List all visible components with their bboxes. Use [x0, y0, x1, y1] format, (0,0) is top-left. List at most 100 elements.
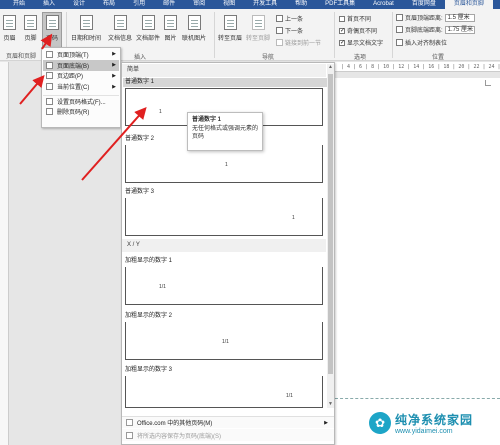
- page-number-button-label: 页码: [45, 36, 58, 42]
- footer-button[interactable]: 页脚: [24, 15, 37, 42]
- goto-footer-label: 转至页脚: [246, 36, 271, 42]
- page-corner-mark: [485, 80, 491, 86]
- gallery-item-plain-number-3[interactable]: 1: [125, 198, 323, 236]
- calendar-icon: [79, 15, 93, 30]
- gallery-item-title[interactable]: 普通数字 1: [123, 78, 327, 87]
- date-time-button[interactable]: 日期和时间: [71, 15, 101, 42]
- footer-button-label: 页脚: [24, 36, 37, 42]
- doc-parts-label: 文档部件: [136, 36, 161, 42]
- gallery-item-bold-number-1[interactable]: 1/1: [125, 267, 323, 305]
- header-top-label: 页眉顶端距离:: [405, 16, 443, 22]
- more-from-office-button[interactable]: Office.com 中的其他页码(M) ▶: [122, 416, 334, 428]
- header-button[interactable]: 页眉: [3, 15, 16, 42]
- page-number-button[interactable]: 页码: [42, 12, 62, 48]
- tab-baidu-netdisk[interactable]: 百度网盘: [403, 0, 445, 9]
- tab-references[interactable]: 引用: [124, 0, 154, 9]
- document-page[interactable]: [335, 78, 500, 445]
- show-document-text-checkbox[interactable]: 显示文档文字: [339, 38, 383, 47]
- scroll-up-icon[interactable]: ▲: [327, 64, 334, 71]
- tab-view[interactable]: 视图: [214, 0, 244, 9]
- current-position-icon: [46, 83, 53, 91]
- footer-icon: [24, 15, 37, 30]
- goto-header-icon: [223, 15, 237, 30]
- gallery-item-title[interactable]: 加粗显示的数字 1: [125, 255, 172, 264]
- gallery-item-title[interactable]: 普通数字 3: [125, 186, 154, 195]
- tab-review[interactable]: 审阅: [184, 0, 214, 9]
- show-document-text-label: 显示文档文字: [347, 41, 384, 47]
- menu-item-page-margins[interactable]: 页边距(P) ▶: [43, 71, 119, 82]
- remove-page-numbers-icon: [46, 107, 53, 115]
- footer-bottom-label: 页脚底端距离:: [405, 28, 443, 34]
- footer-bottom-distance: 页脚底端距离: 1.75 厘米: [396, 25, 475, 34]
- doc-parts-button[interactable]: 文档部件: [136, 15, 160, 42]
- gallery-page-number: 1/1: [159, 284, 166, 290]
- menu-item-bottom-of-page[interactable]: 页面底端(B) ▶: [43, 59, 119, 71]
- doc-info-label: 文档信息: [108, 36, 133, 42]
- save-selection-label: 将所选内容保存为页码(底端)(S): [137, 433, 221, 440]
- menu-item-label: 页面顶端(T): [57, 52, 89, 59]
- gallery-page-number: 1: [292, 215, 295, 221]
- link-to-previous-button[interactable]: 链接到前一节: [276, 38, 321, 47]
- doc-info-button[interactable]: 文档信息: [108, 15, 132, 42]
- tab-developer[interactable]: 开发工具: [244, 0, 286, 9]
- doc-parts-icon: [141, 15, 155, 30]
- tab-pdf-tools[interactable]: PDF工具集: [316, 0, 364, 9]
- group-label-navigation: 导航: [262, 55, 275, 61]
- tab-header-footer[interactable]: 页眉和页脚: [444, 0, 493, 9]
- menu-item-current-position[interactable]: 当前位置(C) ▶: [43, 81, 119, 92]
- tab-home[interactable]: 开始: [4, 0, 34, 9]
- format-page-numbers-icon: [46, 97, 53, 105]
- gallery-item-bold-number-2[interactable]: 1/1: [125, 322, 323, 360]
- link-icon: [276, 39, 283, 46]
- gallery-item-title[interactable]: 加粗显示的数字 2: [125, 310, 172, 319]
- scroll-down-icon[interactable]: ▼: [327, 401, 334, 408]
- gallery-item-title[interactable]: 加粗显示的数字 3: [125, 364, 172, 373]
- doc-info-icon: [113, 15, 127, 30]
- goto-header-button[interactable]: 转至页眉: [218, 15, 242, 42]
- tab-help[interactable]: 帮助: [286, 0, 316, 9]
- footer-bottom-input[interactable]: 1.75 厘米: [444, 25, 475, 34]
- header-distance-icon: [396, 14, 403, 21]
- link-to-previous-label: 链接到前一节: [285, 41, 322, 47]
- tab-insert[interactable]: 插入: [34, 0, 64, 9]
- submenu-arrow-icon: ▶: [324, 419, 328, 426]
- gallery-item-bold-number-3[interactable]: 1/1: [125, 376, 323, 408]
- online-picture-button[interactable]: 联机图片: [182, 15, 206, 42]
- menu-item-format-page-numbers[interactable]: 设置页码格式(F)...: [43, 95, 119, 106]
- header-top-input[interactable]: 1.5 厘米: [444, 13, 475, 22]
- next-button[interactable]: 下一条: [276, 26, 303, 35]
- gallery-section-xy: X / Y: [122, 239, 326, 252]
- group-separator: [214, 12, 215, 58]
- scrollbar-thumb[interactable]: [328, 74, 333, 374]
- paw-logo-icon: ✿: [369, 412, 391, 434]
- different-first-page-label: 首页不同: [347, 17, 372, 23]
- footer-boundary-line: [335, 398, 500, 399]
- previous-button[interactable]: 上一条: [276, 14, 303, 23]
- group-separator: [334, 12, 335, 58]
- arrow-to-menu: [19, 74, 45, 105]
- tab-layout[interactable]: 布局: [94, 0, 124, 9]
- insert-alignment-tab-button[interactable]: 插入对齐制表位: [396, 38, 447, 47]
- goto-footer-icon: [251, 15, 265, 30]
- tooltip-body: 无任何格式或强调元素的页码: [192, 126, 259, 140]
- save-selection-button[interactable]: 将所选内容保存为页码(底端)(S): [122, 429, 334, 441]
- gallery-item-title[interactable]: 普通数字 2: [125, 133, 154, 142]
- date-time-label: 日期和时间: [71, 36, 102, 42]
- gallery-scrollbar[interactable]: ▲ ▼: [327, 64, 334, 408]
- tab-design[interactable]: 设计: [64, 0, 94, 9]
- different-first-page-checkbox[interactable]: 首页不同: [339, 14, 371, 23]
- different-odd-even-checkbox[interactable]: 奇偶页不同: [339, 26, 377, 35]
- footer-distance-icon: [396, 26, 403, 33]
- menu-item-top-of-page[interactable]: 页面顶端(T) ▶: [43, 49, 119, 60]
- picture-button[interactable]: 图片: [164, 15, 177, 42]
- header-button-label: 页眉: [3, 36, 16, 42]
- tab-mailings[interactable]: 邮件: [154, 0, 184, 9]
- menu-item-label: 删除页码(R): [57, 109, 90, 116]
- menu-item-remove-page-numbers[interactable]: 删除页码(R): [43, 106, 119, 117]
- tooltip-title: 普通数字 1: [192, 117, 222, 123]
- horizontal-ruler: | 4 | 6 | 8 | 10 | 12 | 14 | 16 | 18 | 2…: [335, 62, 500, 72]
- goto-footer-button[interactable]: 转至页脚: [246, 15, 270, 42]
- ribbon-tab-bar: 开始 插入 设计 布局 引用 邮件 审阅 视图 开发工具 帮助 PDF工具集 A…: [0, 0, 500, 9]
- checkbox-checked-icon: [339, 27, 345, 34]
- tab-acrobat[interactable]: Acrobat: [364, 0, 403, 9]
